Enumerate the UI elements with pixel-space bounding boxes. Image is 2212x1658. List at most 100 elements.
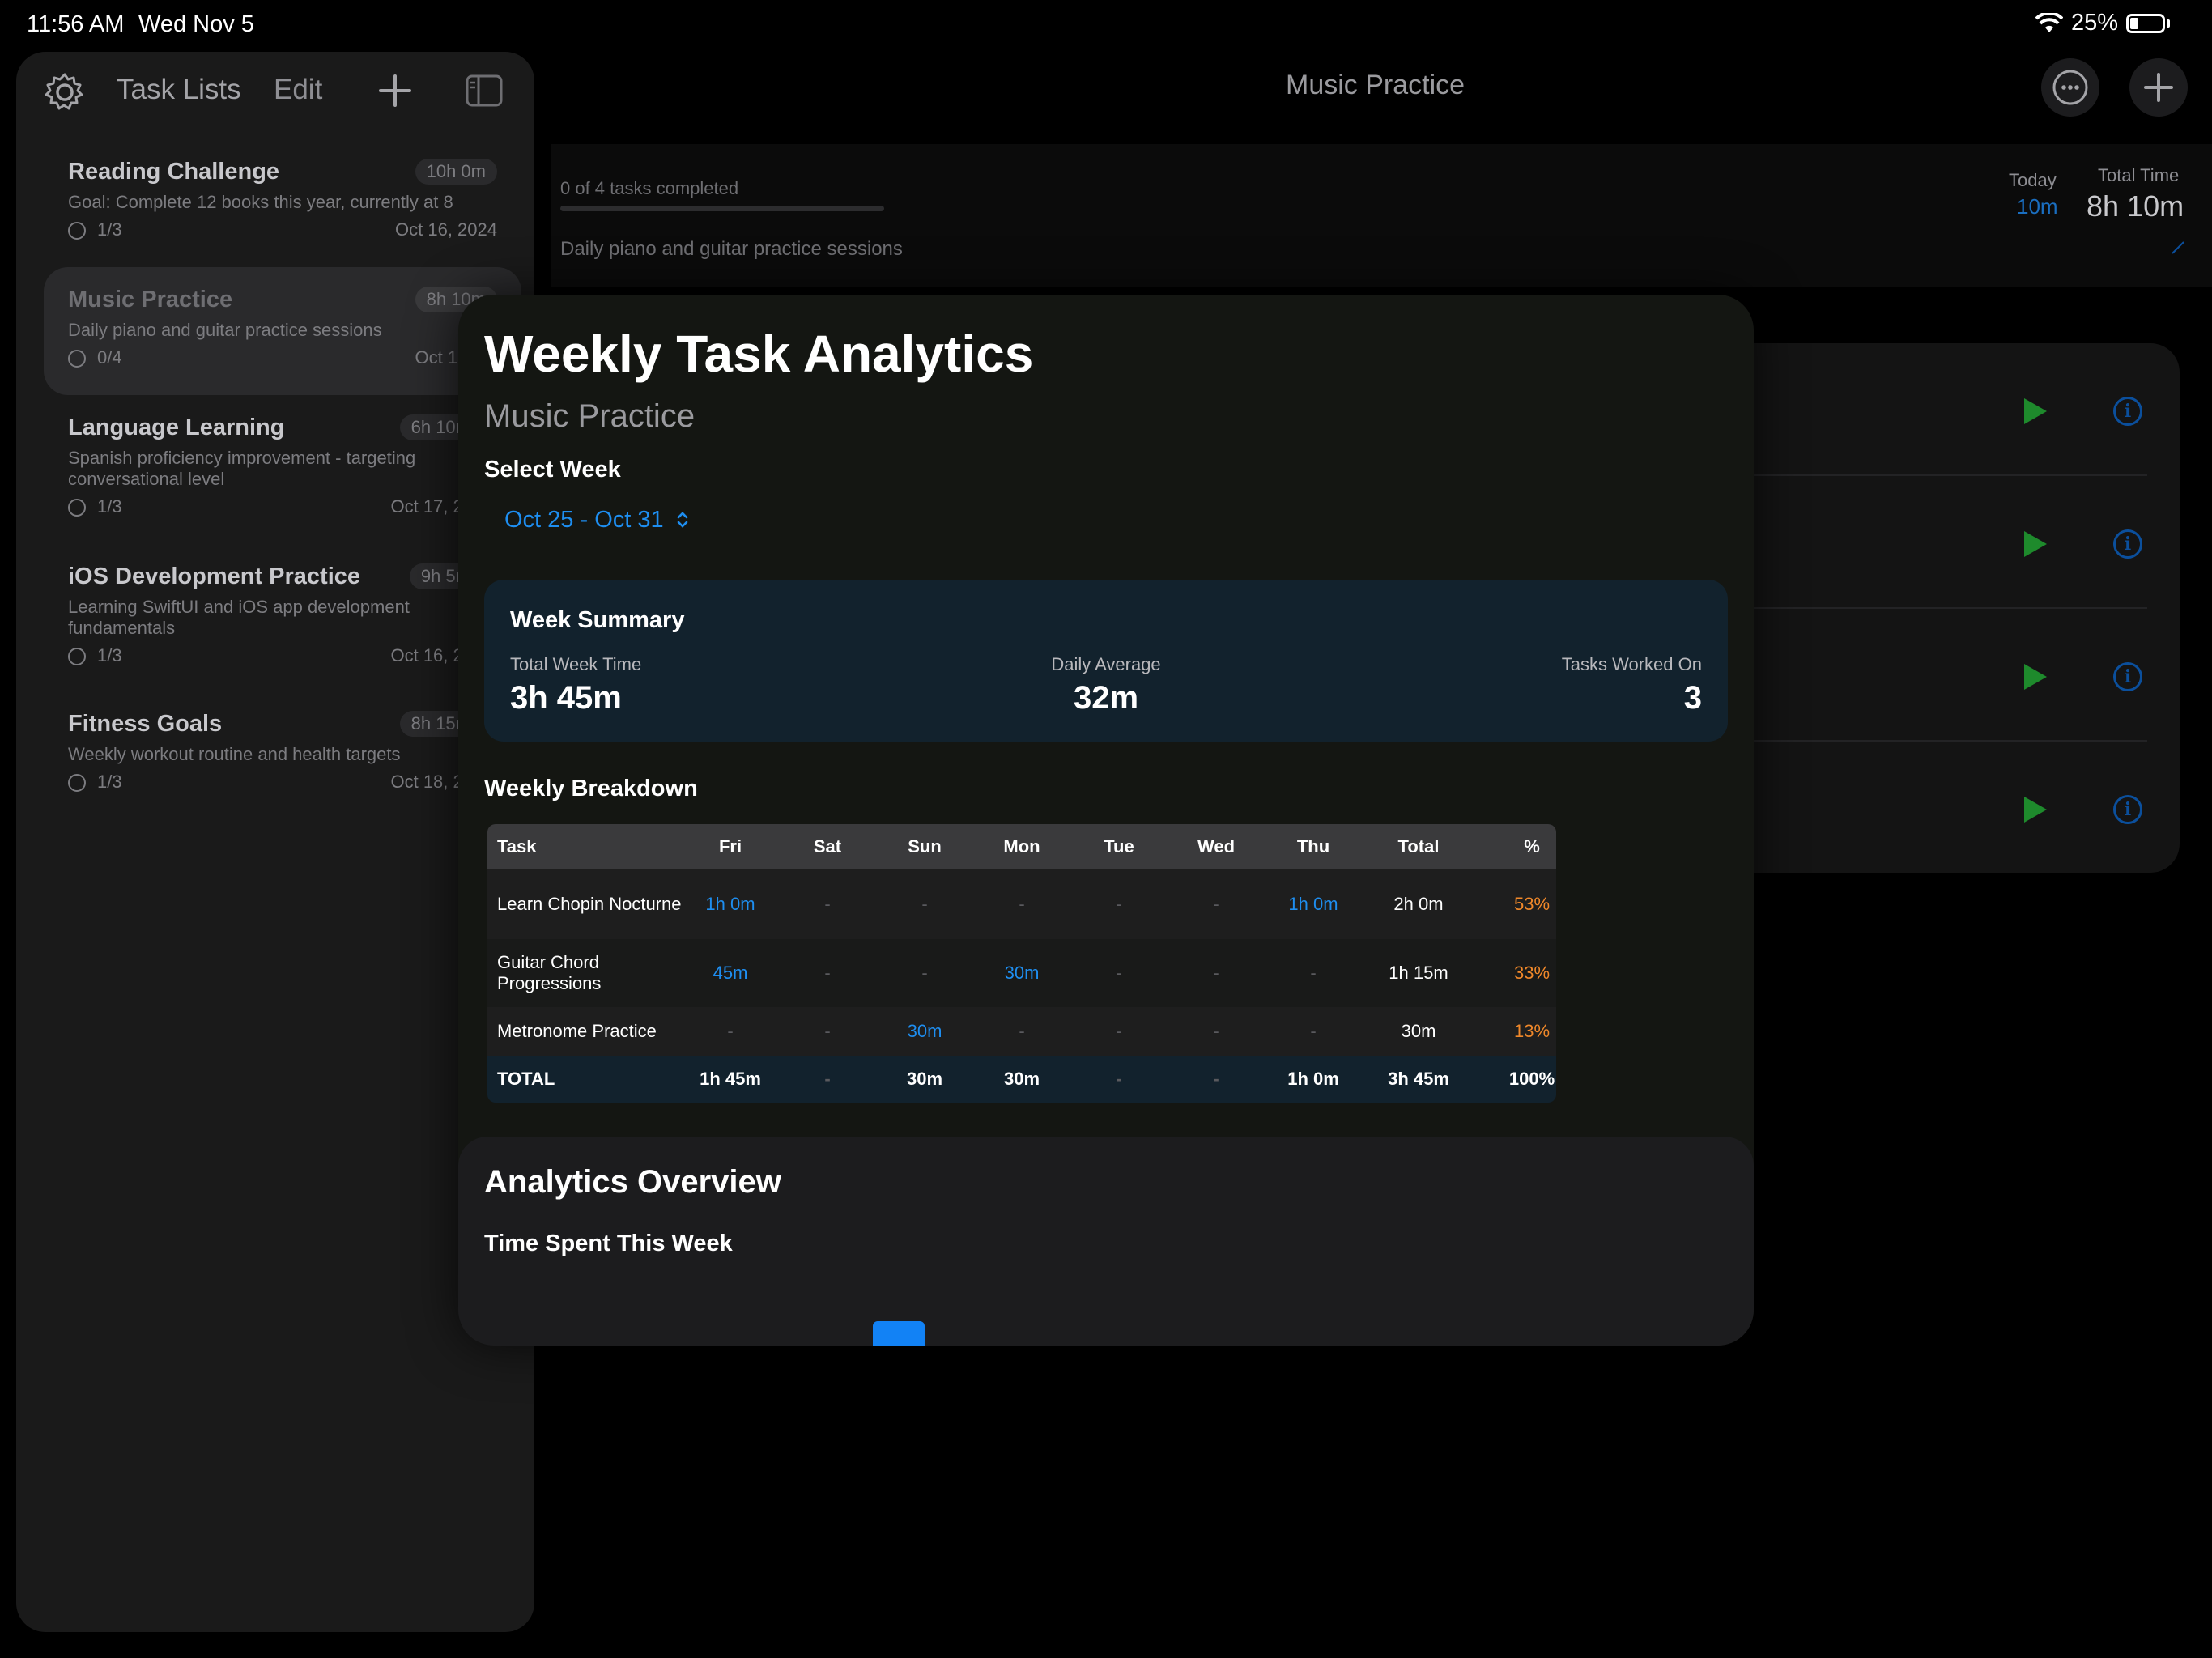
play-icon[interactable] [2024,797,2047,823]
day-cell: 1h 0m [1288,894,1338,914]
today-value: 10m [2017,194,2058,219]
play-icon[interactable] [2024,664,2047,690]
day-cell: - [824,1021,831,1041]
row-total: 1h 15m [1389,963,1448,983]
list-item-meta: 1/3 Oct 17, 20 [68,496,473,517]
list-item-fitness-goals[interactable]: Fitness Goals 8h 15r Weekly workout rout… [68,711,473,816]
list-date: Oct 16, 2024 [395,219,497,240]
col-header: Wed [1197,836,1236,857]
info-icon[interactable]: i [2113,662,2142,691]
day-cell: - [1213,963,1219,983]
gear-icon[interactable] [42,70,87,115]
grand-total: 3h 45m [1388,1069,1449,1089]
row-percent: 53% [1513,894,1551,914]
list-item-desc: Goal: Complete 12 books this year, curre… [68,192,453,212]
task-name: Metronome Practice [497,1021,657,1041]
day-total: 30m [906,1069,943,1089]
status-time: 11:56 AM [27,11,125,37]
divider [1700,474,2147,476]
list-item-reading-challenge[interactable]: Reading Challenge 10h 0m Goal: Complete … [68,159,497,264]
weekly-breakdown-table: Task Fri Sat Sun Mon Tue Wed Thu Total %… [487,824,1556,1103]
weekly-analytics-sheet: Weekly Task Analytics Music Practice Sel… [458,295,1754,1346]
task-progress: 1/3 [97,772,122,792]
total-label: TOTAL [497,1069,555,1089]
add-list-icon[interactable] [372,68,418,113]
progress-bar [560,206,884,211]
list-item-ios-development[interactable]: iOS Development Practice 9h 5r Learning … [68,563,473,693]
table-row: Learn Chopin Nocturne 1h 0m - - - - - 1h… [487,869,1556,939]
sidebar-title: Task Lists [117,74,241,105]
day-cell: 30m [1004,963,1040,983]
grand-percent: 100% [1508,1069,1555,1089]
day-cell: - [921,963,928,983]
col-header: Total [1397,836,1440,857]
ellipsis-circle-icon [2052,70,2088,105]
check-circle-icon [68,648,86,666]
day-total: - [1116,1069,1122,1089]
analytics-overview-section: Analytics Overview Time Spent This Week [458,1137,1754,1346]
select-week-label: Select Week [484,457,621,483]
list-item-desc: Weekly workout routine and health target… [68,744,401,764]
divider [1700,740,2147,742]
table-total-row: TOTAL 1h 45m - 30m 30m - - 1h 0m 3h 45m … [487,1056,1556,1103]
check-circle-icon [68,774,86,793]
col-header: Fri [718,836,742,857]
info-icon[interactable]: i [2113,397,2142,426]
col-header: Thu [1296,836,1330,857]
sidebar-toggle-icon[interactable] [465,73,504,108]
sidebar: Task Lists Edit Reading Challenge 10h 0m… [16,52,534,1632]
play-icon[interactable] [2024,398,2047,424]
day-cell: 1h 0m [705,894,755,914]
daily-average-label: Daily Average [1051,654,1161,674]
week-picker[interactable]: Oct 25 - Oct 31 [504,507,690,534]
day-cell: - [1019,1021,1025,1041]
list-description: Daily piano and guitar practice sessions [560,238,903,260]
more-button[interactable] [2041,58,2099,117]
status-date: Wed Nov 5 [138,11,254,37]
edit-pencil-icon[interactable] [2170,240,2186,256]
check-circle-icon [68,499,86,517]
chart-bar [873,1321,925,1346]
day-cell: - [1310,963,1317,983]
day-total: 1h 0m [1287,1069,1339,1089]
list-item-meta: 0/4 Oct 15, 20 [68,347,497,368]
col-header: Tue [1104,836,1134,857]
row-total: 2h 0m [1393,894,1444,914]
task-list-card: i i i i [1700,343,2180,873]
day-cell: - [824,963,831,983]
plus-icon [2144,73,2173,102]
list-item-desc: Spanish proficiency improvement - target… [68,448,416,489]
col-header: Sat [813,836,842,857]
info-icon[interactable]: i [2113,529,2142,559]
play-icon[interactable] [2024,531,2047,557]
edit-button[interactable]: Edit [274,74,322,106]
table-header: Task Fri Sat Sun Mon Tue Wed Thu Total % [487,824,1556,869]
week-summary-title: Week Summary [510,607,685,633]
row-percent: 13% [1513,1021,1551,1041]
divider [1700,607,2147,609]
task-progress: 1/3 [97,496,122,517]
list-item-music-practice[interactable]: Music Practice 8h 10m Daily piano and gu… [68,287,497,392]
day-cell: - [1310,1021,1317,1041]
task-progress: 1/3 [97,219,122,240]
week-summary-card: Week Summary Total Week Time 3h 45m Dail… [484,580,1728,742]
battery-percent: 25% [2070,10,2118,36]
day-total: - [824,1069,831,1089]
week-value: Oct 25 - Oct 31 [504,507,664,533]
progress-label: 0 of 4 tasks completed [560,178,739,198]
check-circle-icon [68,350,86,368]
tasks-worked-label: Tasks Worked On [1561,654,1702,674]
day-total: 1h 45m [700,1069,761,1089]
day-cell: - [1116,1021,1122,1041]
task-progress: 1/3 [97,645,122,665]
page-title: Music Practice [1286,70,1465,100]
row-total: 30m [1401,1021,1436,1041]
table-row: Metronome Practice - - 30m - - - - 30m 1… [487,1007,1556,1056]
col-header: Mon [1003,836,1040,857]
status-indicators: 25% [2035,10,2170,36]
list-item-language-learning[interactable]: Language Learning 6h 10r Spanish profici… [68,414,473,544]
add-task-button[interactable] [2129,58,2188,117]
list-item-desc: Daily piano and guitar practice sessions [68,320,382,340]
info-icon[interactable]: i [2113,795,2142,824]
day-cell: - [1213,1021,1219,1041]
